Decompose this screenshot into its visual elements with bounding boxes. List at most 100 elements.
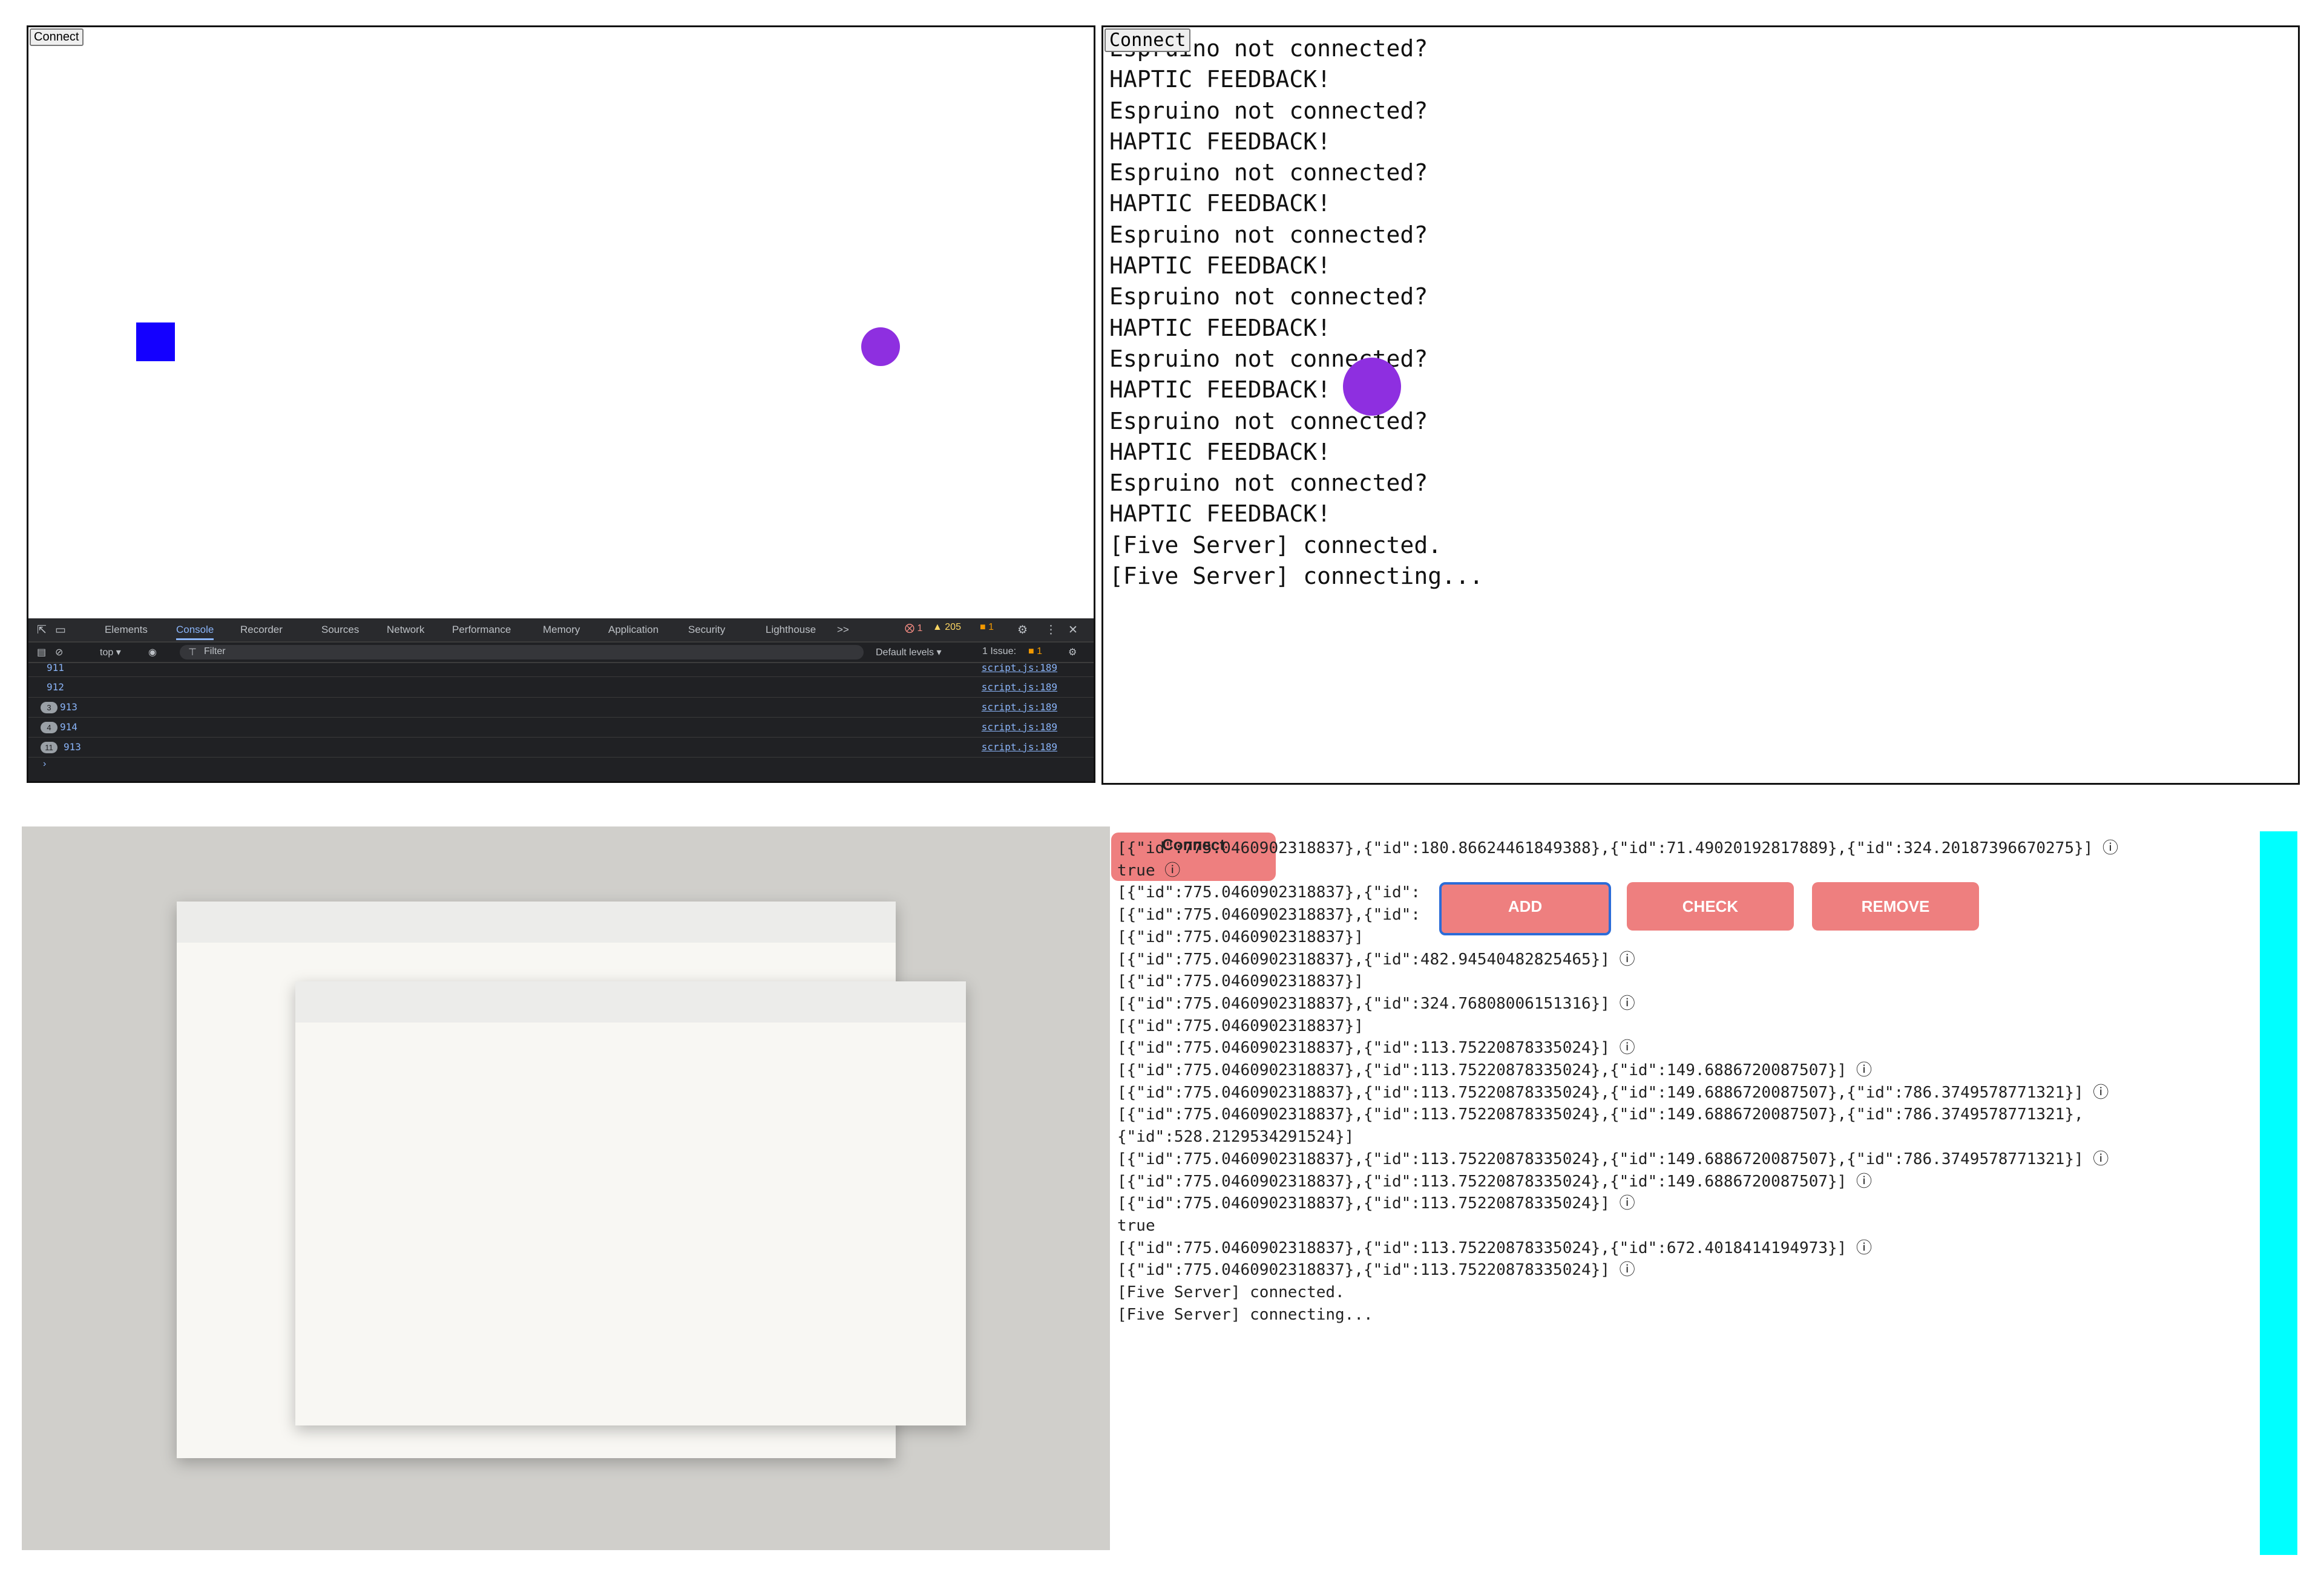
repeat-count-badge: 4 <box>41 722 57 733</box>
tab-application[interactable]: Application <box>608 624 658 636</box>
console-row: 911 script.js:189 <box>28 662 1094 677</box>
tab-lighthouse[interactable]: Lighthouse <box>766 624 816 636</box>
issues-label[interactable]: 1 Issue: <box>982 646 1016 657</box>
console-source-link[interactable]: script.js:189 <box>982 681 1057 693</box>
log-line: [Five Server] connecting... <box>1109 563 1483 590</box>
log-line: [{"id":775.0460902318837},{"id":324.7680… <box>1117 994 1635 1013</box>
panel-id-list-log: Connect [{"id":775.0460902318837},{"id":… <box>1110 831 2297 1555</box>
console-row: 3 913 script.js:189 <box>28 698 1094 718</box>
tab-performance[interactable]: Performance <box>452 624 511 636</box>
console-prompt-icon[interactable]: › <box>43 759 46 770</box>
filter-icon: ⊤ <box>188 647 197 658</box>
log-line: [{"id":775.0460902318837},{"id":113.7522… <box>1117 1039 1635 1058</box>
console-source-link[interactable]: script.js:189 <box>982 662 1057 673</box>
close-icon[interactable]: ✕ <box>1068 623 1078 637</box>
console-row-value: 912 <box>47 681 64 693</box>
tab-network[interactable]: Network <box>387 624 424 636</box>
inspect-element-icon[interactable]: ⇱ <box>37 623 47 637</box>
settings-gear-icon[interactable]: ⚙ <box>1017 623 1028 637</box>
issue-flag: ■ 1 <box>1028 646 1043 656</box>
clear-console-icon[interactable]: ⊘ <box>55 646 63 658</box>
console-row: 912 script.js:189 <box>28 678 1094 698</box>
window-title-bar[interactable] <box>177 902 896 943</box>
devtools-tab-bar: ⇱ ▭ Elements Console Recorder Sources Ne… <box>28 618 1094 643</box>
add-button[interactable]: ADD <box>1439 882 1611 935</box>
log-line: [{"id":775.0460902318837},{"id":113.7522… <box>1117 1239 1872 1257</box>
live-expression-eye-icon[interactable]: ◉ <box>148 646 157 658</box>
filter-placeholder: Filter <box>204 646 226 656</box>
log-line: Espruino not connected? <box>1109 407 1428 434</box>
log-line: HAPTIC FEEDBACK! <box>1109 190 1331 217</box>
log-line: HAPTIC FEEDBACK! <box>1109 500 1331 528</box>
log-line: Espruino not connected? <box>1109 97 1428 124</box>
log-line: HAPTIC FEEDBACK! <box>1109 128 1331 155</box>
log-line: Espruino not connected? <box>1109 283 1428 310</box>
devtools-panel: ⇱ ▭ Elements Console Recorder Sources Ne… <box>28 618 1094 781</box>
log-line: [{"id":775.0460902318837},{"id":113.7522… <box>1117 1172 1872 1191</box>
log-line: [{"id":775.0460902318837},{"id":113.7522… <box>1117 1061 1872 1080</box>
tab-console[interactable]: Console <box>176 624 214 640</box>
warning-count: ▲ 205 <box>933 622 961 632</box>
log-line: [Five Server] connected. <box>1117 1283 1345 1302</box>
console-row-value: 913 <box>64 741 81 753</box>
remove-button[interactable]: REMOVE <box>1812 882 1979 931</box>
context-selector[interactable]: top ▾ <box>100 646 121 658</box>
device-toolbar-icon[interactable]: ▭ <box>55 623 66 637</box>
console-row-value: 913 <box>60 701 77 713</box>
log-line: [Five Server] connected. <box>1109 531 1442 558</box>
error-count: ⨂ 1 <box>905 623 923 633</box>
haptic-log: Espruino not connected? HAPTIC FEEDBACK! E… <box>1109 33 1483 592</box>
sidebar-toggle-icon[interactable]: ▤ <box>37 646 46 658</box>
tab-security[interactable]: Security <box>688 624 725 636</box>
more-tabs-icon[interactable]: >> <box>837 624 849 636</box>
panel-desktop-windows <box>22 826 1110 1550</box>
window-title-bar[interactable] <box>295 981 966 1023</box>
log-line: Espruino not connected? <box>1109 221 1428 248</box>
console-source-link[interactable]: script.js:189 <box>982 701 1057 713</box>
log-line: [{"id":775.0460902318837},{"id":113.7522… <box>1117 1150 2109 1168</box>
console-row: 11 913 script.js:189 <box>28 738 1094 758</box>
tab-memory[interactable]: Memory <box>543 624 580 636</box>
log-line: Espruino not connected? <box>1109 470 1428 497</box>
log-line: [{"id":775.0460902318837},{"id":113.7522… <box>1117 1105 2084 1124</box>
log-line: [{"id":775.0460902318837}] <box>1117 972 1364 991</box>
purple-circle[interactable] <box>1343 358 1401 416</box>
log-line: {"id":528.2129534291524}] <box>1117 1128 1354 1147</box>
log-line: Espruino not connected? <box>1109 159 1428 186</box>
console-toolbar: ▤ ⊘ top ▾ ◉ ⊤ Filter Default levels ▾ 1 … <box>28 643 1094 663</box>
console-source-link[interactable]: script.js:189 <box>982 741 1057 753</box>
check-button[interactable]: CHECK <box>1627 882 1794 931</box>
connect-button[interactable]: Connect <box>1105 28 1191 52</box>
default-levels-dropdown[interactable]: Default levels ▾ <box>876 646 942 658</box>
log-line: [{"id":775.0460902318837},{"id":113.7522… <box>1117 1194 1635 1213</box>
tab-sources[interactable]: Sources <box>321 624 359 636</box>
kebab-menu-icon[interactable]: ⋮ <box>1045 623 1057 637</box>
log-line: [{"id":775.0460902318837},{"id":482.9454… <box>1117 950 1635 969</box>
filter-input[interactable]: ⊤ Filter <box>180 645 864 659</box>
purple-circle[interactable] <box>861 327 900 366</box>
console-row: 4 914 script.js:189 <box>28 718 1094 738</box>
blue-square[interactable] <box>136 322 175 361</box>
log-line: [{"id":775.0460902318837},{"id":113.7522… <box>1117 1261 1635 1280</box>
log-line: HAPTIC FEEDBACK! <box>1109 314 1331 341</box>
log-line: HAPTIC FEEDBACK! <box>1109 376 1331 404</box>
tab-recorder[interactable]: Recorder <box>240 624 283 636</box>
panel-haptic-log: Espruino not connected? HAPTIC FEEDBACK! E… <box>1101 25 2300 785</box>
log-line: [Five Server] connecting... <box>1117 1305 1373 1324</box>
front-window[interactable] <box>295 981 966 1425</box>
issue-count: ■ 1 <box>980 622 994 632</box>
console-row-value: 914 <box>60 721 77 733</box>
panel-canvas-with-devtools: Connect ⇱ ▭ Elements Console Recorder So… <box>27 25 1095 783</box>
log-line: HAPTIC FEEDBACK! <box>1109 438 1331 465</box>
repeat-count-badge: 11 <box>41 742 57 753</box>
cyan-side-bar <box>2260 831 2297 1555</box>
tab-elements[interactable]: Elements <box>105 624 148 636</box>
console-source-link[interactable]: script.js:189 <box>982 721 1057 733</box>
log-line: HAPTIC FEEDBACK! <box>1109 252 1331 280</box>
log-line: [{"id":775.0460902318837}] <box>1117 1016 1364 1035</box>
log-line: true ⓘ <box>1117 861 1181 880</box>
console-settings-icon[interactable]: ⚙ <box>1068 646 1077 658</box>
log-line: true <box>1117 1216 1155 1235</box>
log-line: Espruino not connected? <box>1109 345 1428 372</box>
connect-button[interactable]: Connect <box>30 28 84 46</box>
